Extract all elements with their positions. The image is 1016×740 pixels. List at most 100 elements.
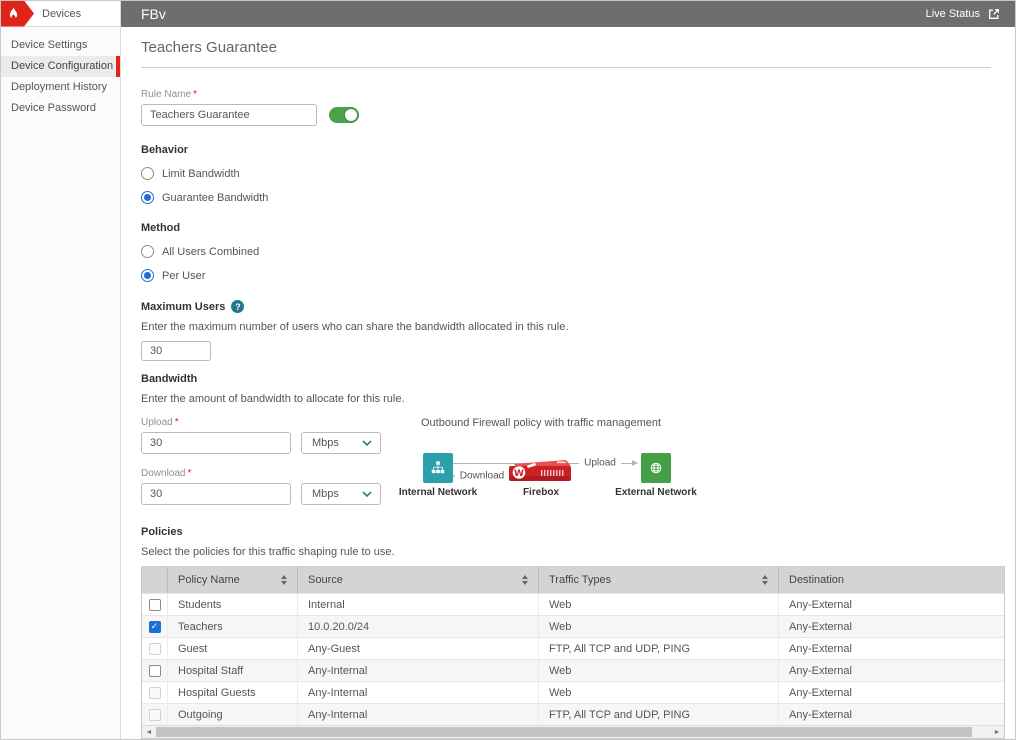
- download-unit-select[interactable]: Mbps: [301, 483, 381, 505]
- chevron-down-icon: [362, 491, 372, 497]
- required-marker: *: [187, 468, 191, 479]
- live-status-label: Live Status: [926, 8, 980, 20]
- destination-cell: Any-External: [779, 682, 1004, 703]
- source-cell: Internal: [298, 594, 539, 615]
- policy-name-cell: Students: [168, 594, 298, 615]
- table-row: Hospital Guests Any-Internal Web Any-Ext…: [142, 681, 1004, 703]
- traffic-diagram: Outbound Firewall policy with traffic ma…: [419, 417, 849, 501]
- traffic-types-cell: Web: [539, 660, 779, 681]
- policy-name-cell: Outgoing: [168, 704, 298, 725]
- column-label: Source: [308, 574, 343, 586]
- main-content: Teachers Guarantee Rule Name* Behavior L…: [121, 27, 1016, 739]
- source-cell: 10.0.20.0/24: [298, 616, 539, 637]
- table-row: Hospital Staff Any-Internal Web Any-Exte…: [142, 659, 1004, 681]
- upload-arrowhead-icon: [632, 460, 638, 466]
- table-row: Guest Any-Guest FTP, All TCP and UDP, PI…: [142, 637, 1004, 659]
- external-network-label: External Network: [615, 487, 697, 498]
- page-title: Teachers Guarantee: [141, 39, 991, 68]
- sidebar-header: Devices: [1, 1, 120, 27]
- rule-name-input[interactable]: [141, 104, 317, 126]
- rule-enabled-toggle[interactable]: [329, 107, 359, 123]
- radio-all-users-combined[interactable]: All Users Combined: [141, 245, 1005, 258]
- traffic-types-cell: Web: [539, 616, 779, 637]
- source-cell: Any-Internal: [298, 704, 539, 725]
- policies-heading: Policies: [141, 526, 1005, 538]
- bandwidth-heading: Bandwidth: [141, 373, 1005, 385]
- destination-cell: Any-External: [779, 660, 1004, 681]
- external-network-icon: [646, 458, 666, 478]
- radio-limit-bandwidth[interactable]: Limit Bandwidth: [141, 167, 1005, 180]
- radio-label: All Users Combined: [162, 246, 259, 258]
- destination-cell: Any-External: [779, 616, 1004, 637]
- download-unit-value: Mbps: [312, 488, 339, 500]
- firebox-node: W: [507, 457, 573, 486]
- radio-icon: [141, 269, 154, 282]
- behavior-heading: Behavior: [141, 144, 1005, 156]
- scrollbar-track[interactable]: [156, 726, 990, 738]
- help-icon[interactable]: ?: [231, 300, 244, 313]
- sidebar-item-device-settings[interactable]: Device Settings: [1, 35, 120, 56]
- external-link-icon: [987, 7, 1001, 21]
- policy-checkbox[interactable]: [149, 621, 161, 633]
- topbar: FBv Live Status: [121, 1, 1015, 27]
- traffic-types-cell: Web: [539, 594, 779, 615]
- scroll-right-arrow-icon[interactable]: ►: [990, 726, 1004, 739]
- policy-name-cell: Teachers: [168, 616, 298, 637]
- column-header-traffic-types[interactable]: Traffic Types: [539, 567, 779, 593]
- diagram-caption: Outbound Firewall policy with traffic ma…: [421, 417, 661, 429]
- traffic-types-cell: Web: [539, 682, 779, 703]
- svg-text:W: W: [514, 469, 524, 479]
- sidebar: Devices Device Settings Device Configura…: [1, 1, 121, 739]
- sidebar-item-deployment-history[interactable]: Deployment History: [1, 77, 120, 98]
- column-label: Traffic Types: [549, 574, 611, 586]
- sidebar-title: Devices: [42, 8, 81, 20]
- radio-label: Guarantee Bandwidth: [162, 192, 268, 204]
- radio-guarantee-bandwidth[interactable]: Guarantee Bandwidth: [141, 191, 1005, 204]
- firebox-label: Firebox: [523, 487, 559, 498]
- internal-network-node: [423, 453, 453, 483]
- table-row: Teachers 10.0.20.0/24 Web Any-External: [142, 615, 1004, 637]
- scrollbar-thumb[interactable]: [156, 727, 972, 737]
- policy-name-cell: Hospital Staff: [168, 660, 298, 681]
- table-row: Outgoing Any-Internal FTP, All TCP and U…: [142, 703, 1004, 725]
- scroll-left-arrow-icon[interactable]: ◄: [142, 726, 156, 739]
- radio-per-user[interactable]: Per User: [141, 269, 1005, 282]
- firebox-appliance-image: W: [507, 457, 573, 483]
- column-header-policy-name[interactable]: Policy Name: [168, 567, 298, 593]
- policy-checkbox[interactable]: [149, 599, 161, 611]
- policy-checkbox[interactable]: [149, 687, 161, 699]
- column-header-source[interactable]: Source: [298, 567, 539, 593]
- column-label: Destination: [789, 574, 844, 586]
- bandwidth-fields: Upload* Mbps Download* Mbps Outbound Fir…: [141, 417, 1005, 505]
- method-heading: Method: [141, 222, 1005, 234]
- maximum-users-input[interactable]: [141, 341, 211, 361]
- radio-label: Per User: [162, 270, 205, 282]
- sidebar-nav: Device Settings Device Configuration Dep…: [1, 27, 120, 119]
- upload-unit-select[interactable]: Mbps: [301, 432, 381, 454]
- upload-input[interactable]: [141, 432, 291, 454]
- radio-icon: [141, 245, 154, 258]
- bandwidth-description: Enter the amount of bandwidth to allocat…: [141, 393, 1005, 405]
- upload-unit-value: Mbps: [312, 437, 339, 449]
- live-status-link[interactable]: Live Status: [926, 7, 1001, 21]
- sidebar-item-device-configuration[interactable]: Device Configuration: [1, 56, 120, 77]
- sort-icon[interactable]: [762, 575, 768, 585]
- policy-name-cell: Guest: [168, 638, 298, 659]
- traffic-types-cell: FTP, All TCP and UDP, PING: [539, 704, 779, 725]
- required-marker: *: [175, 417, 179, 428]
- column-label: Policy Name: [178, 574, 240, 586]
- policy-checkbox[interactable]: [149, 665, 161, 677]
- sidebar-item-device-password[interactable]: Device Password: [1, 98, 120, 119]
- column-header-destination[interactable]: Destination: [779, 567, 1004, 593]
- maximum-users-description: Enter the maximum number of users who ca…: [141, 321, 1005, 333]
- toggle-knob: [345, 109, 357, 121]
- download-input[interactable]: [141, 483, 291, 505]
- watchguard-logo: [1, 1, 34, 27]
- policy-checkbox[interactable]: [149, 709, 161, 721]
- policy-checkbox[interactable]: [149, 643, 161, 655]
- flame-icon: [8, 7, 19, 20]
- destination-cell: Any-External: [779, 638, 1004, 659]
- sort-icon[interactable]: [522, 575, 528, 585]
- sort-icon[interactable]: [281, 575, 287, 585]
- traffic-types-cell: FTP, All TCP and UDP, PING: [539, 638, 779, 659]
